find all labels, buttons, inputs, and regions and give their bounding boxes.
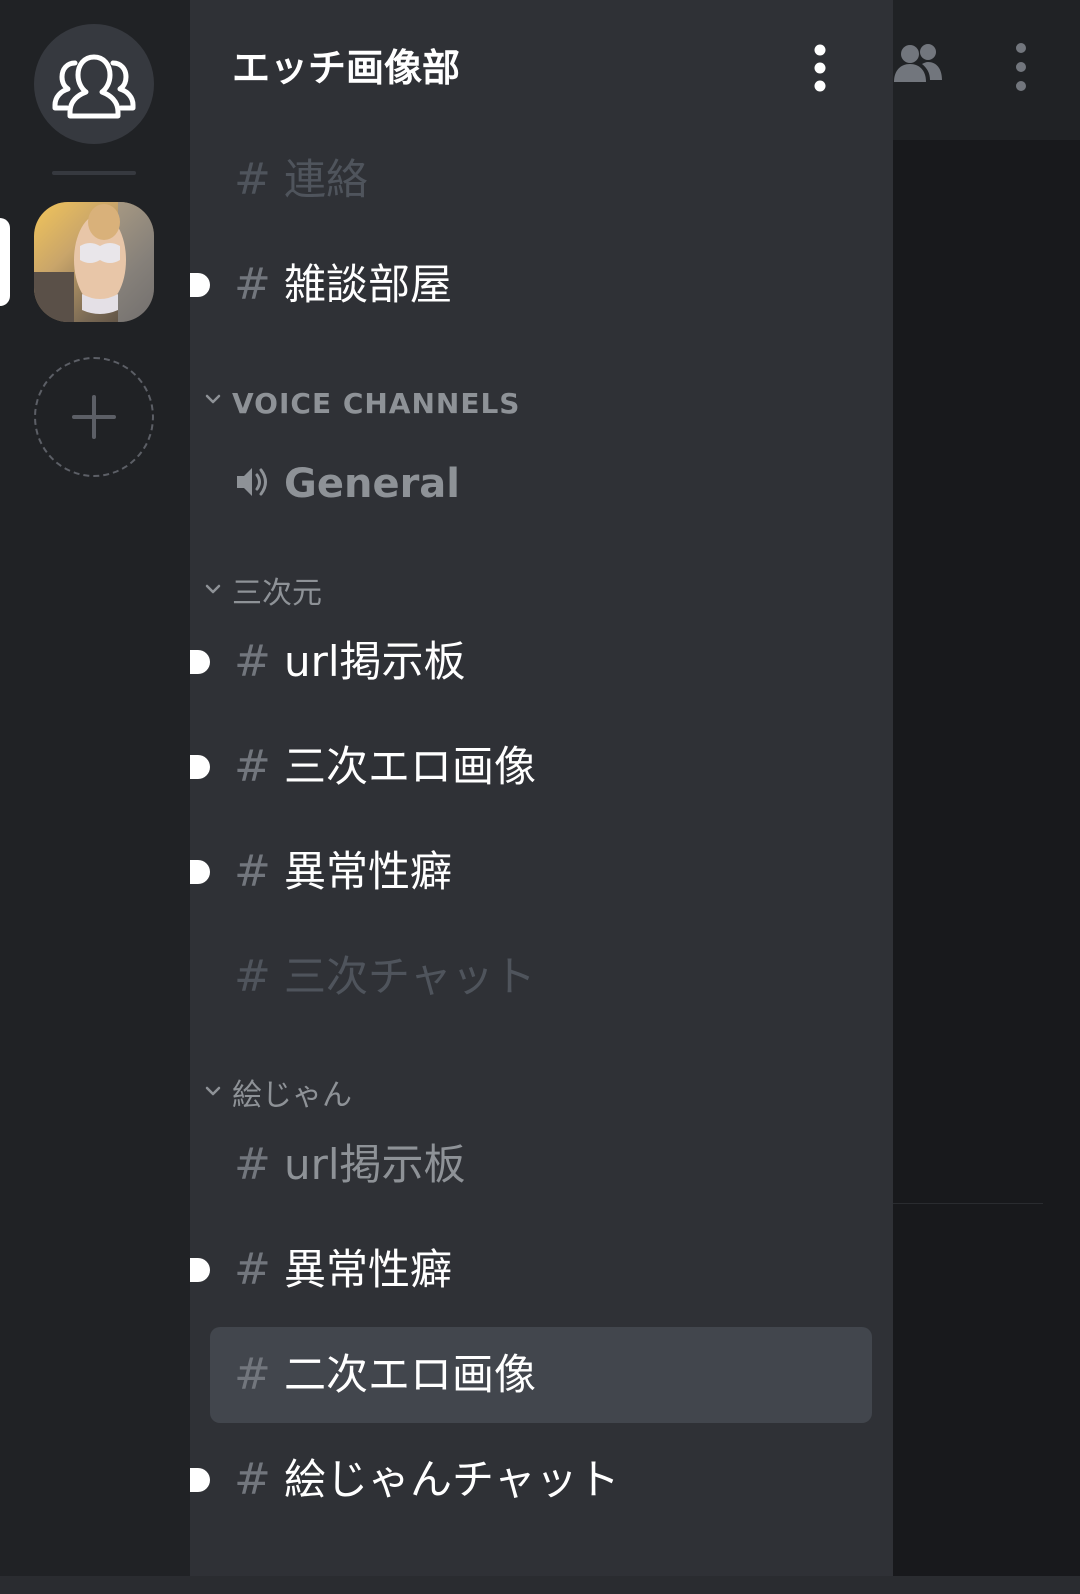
channel-item[interactable]: # 絵じゃんチャット: [190, 1432, 872, 1528]
hash-icon: #: [234, 1244, 271, 1295]
more-vertical-icon: [1016, 43, 1026, 91]
channel-item[interactable]: # 雑談部屋: [190, 237, 872, 333]
channel-name: 三次チャット: [284, 952, 536, 1001]
hash-icon: #: [234, 951, 271, 1002]
unread-indicator: [190, 1258, 210, 1282]
channel-item-selected[interactable]: # 二次エロ画像: [210, 1327, 872, 1423]
chevron-down-icon: [205, 394, 221, 404]
add-server-button[interactable]: [34, 357, 154, 477]
unread-indicator: [190, 755, 210, 779]
unread-indicator: [190, 273, 210, 297]
category-label: VOICE CHANNELS: [232, 387, 521, 420]
channel-item[interactable]: # 三次チャット: [210, 929, 872, 1025]
channel-name: 絵じゃんチャット: [284, 1455, 620, 1504]
channel-name: 三次エロ画像: [284, 742, 537, 791]
unread-indicator: [190, 650, 210, 674]
plus-icon: [72, 395, 116, 439]
friends-icon: [52, 54, 136, 119]
category-header[interactable]: 三次元: [198, 572, 798, 616]
unread-indicator: [190, 860, 210, 884]
guild-menu-button[interactable]: [800, 44, 840, 92]
members-button[interactable]: [892, 42, 944, 86]
channel-name: 異常性癖: [284, 1245, 453, 1294]
channel-name: url掲示板: [284, 637, 466, 686]
hash-icon: #: [234, 1349, 271, 1400]
channel-item[interactable]: # url掲示板: [190, 614, 872, 710]
hash-icon: #: [234, 1454, 271, 1505]
bottom-edge-bar: [0, 1576, 1080, 1594]
channel-name: 連絡: [284, 155, 369, 204]
direct-messages-button[interactable]: [34, 24, 154, 144]
speaker-icon: [237, 468, 267, 496]
chat-divider: [893, 1203, 1043, 1204]
category-header[interactable]: 絵じゃん: [198, 1074, 798, 1118]
hash-icon: #: [234, 1139, 271, 1190]
category-header[interactable]: VOICE CHANNELS: [198, 382, 798, 426]
voice-channel-name: General: [284, 461, 460, 507]
channel-item[interactable]: # 異常性癖: [190, 824, 872, 920]
hash-icon: #: [234, 846, 271, 897]
voice-channel-item[interactable]: General: [210, 446, 872, 526]
hash-icon: #: [234, 259, 271, 310]
channel-name: 二次エロ画像: [284, 1350, 537, 1399]
channel-name: 雑談部屋: [284, 260, 453, 309]
chevron-down-icon: [205, 1086, 221, 1096]
server-icon-active[interactable]: [34, 202, 154, 322]
rail-separator: [52, 171, 136, 175]
server-avatar-image: [34, 202, 154, 322]
server-rail: [0, 0, 190, 1594]
channel-item[interactable]: # 三次エロ画像: [190, 719, 872, 815]
channel-item[interactable]: # 異常性癖: [190, 1222, 872, 1318]
chevron-down-icon: [205, 584, 221, 594]
hash-icon: #: [234, 741, 271, 792]
hash-icon: #: [234, 154, 271, 205]
guild-name[interactable]: エッチ画像部: [232, 40, 460, 96]
channel-name: 異常性癖: [284, 847, 453, 896]
hash-icon: #: [234, 636, 271, 687]
channel-item[interactable]: # 連絡: [210, 132, 872, 228]
channel-drawer: エッチ画像部 # 連絡 # 雑談部屋 VOICE CHANNELS Genera…: [190, 0, 893, 1594]
category-label: 絵じゃん: [232, 1078, 352, 1113]
members-icon: [894, 44, 942, 82]
channel-item[interactable]: # url掲示板: [210, 1117, 872, 1213]
more-vertical-icon: [814, 44, 826, 92]
chat-menu-button[interactable]: [1006, 42, 1036, 92]
active-server-indicator: [0, 218, 10, 306]
category-label: 三次元: [232, 576, 322, 611]
unread-indicator: [190, 1468, 210, 1492]
channel-name: url掲示板: [284, 1140, 466, 1189]
